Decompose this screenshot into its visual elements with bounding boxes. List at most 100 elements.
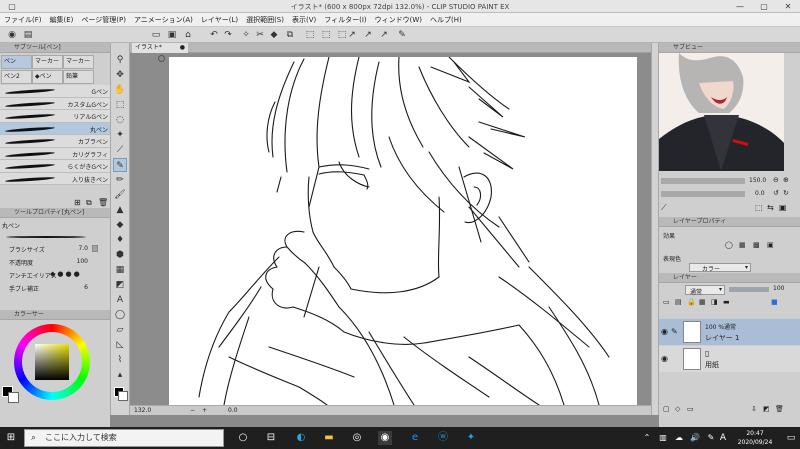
subtool-tab-marker2[interactable]: マーカー: [63, 55, 94, 69]
brush-iri-nuki-pen[interactable]: 入り抜きペン: [0, 172, 110, 185]
delete-subtool-icon[interactable]: 🗑: [98, 198, 108, 207]
brush-rakugaki-g-pen[interactable]: らくがきGペン: [0, 160, 110, 173]
zoom-in-icon[interactable]: +: [202, 406, 207, 416]
save-icon[interactable]: ▣: [166, 29, 178, 41]
menu-help[interactable]: ヘルプ(H): [430, 15, 462, 25]
ime-indicator[interactable]: A: [716, 431, 730, 445]
open-icon[interactable]: ▭: [150, 29, 162, 41]
rotate-right-icon[interactable]: ↻: [783, 189, 789, 197]
eyedropper-icon[interactable]: ⟋: [113, 143, 127, 157]
deselect-icon[interactable]: ⬚: [320, 29, 332, 41]
lock-icon[interactable]: 🔒: [687, 298, 696, 306]
hand-tool-icon[interactable]: ✋: [113, 83, 127, 97]
express-color-select[interactable]: カラー ▾: [689, 263, 751, 273]
export-icon[interactable]: ⌂: [182, 29, 194, 41]
sub-color-chip[interactable]: [118, 391, 128, 401]
undo-icon[interactable]: ↶: [208, 29, 220, 41]
navigator-zoom-in-icon[interactable]: ⊕: [783, 176, 789, 184]
clip-icon[interactable]: ◉: [6, 29, 18, 41]
navigator-zoom-out-icon[interactable]: ⊖: [773, 176, 779, 184]
subtool-tab-pen2[interactable]: ペン2: [1, 70, 32, 84]
subtool-tab-marker[interactable]: マーカー: [32, 55, 63, 69]
figure-tool-icon[interactable]: ◩: [113, 278, 127, 292]
merge-down-icon[interactable]: ⇩: [751, 405, 757, 413]
add-subtool-icon[interactable]: ⊞: [74, 198, 81, 207]
navigator-eyedropper-icon[interactable]: ⟋: [661, 203, 667, 213]
brush-size-row[interactable]: ブラシサイズ 7.0: [0, 242, 110, 255]
menu-animation[interactable]: アニメーション(A): [134, 15, 193, 25]
eye-icon[interactable]: ◉: [661, 327, 668, 336]
brush-g-pen[interactable]: Gペン: [0, 85, 110, 98]
brush-real-g-pen[interactable]: リアルGペン: [0, 110, 110, 123]
blend-mode-select[interactable]: 通常 ▾: [685, 285, 725, 296]
minimize-icon[interactable]: —: [728, 0, 752, 13]
new-folder-icon[interactable]: ▭: [687, 405, 694, 413]
delete-layer-icon[interactable]: 🗑: [775, 405, 784, 413]
snap-ruler-icon[interactable]: ↗: [346, 29, 358, 41]
cortana-icon[interactable]: ○: [236, 431, 250, 445]
airbrush-icon[interactable]: ▲: [113, 203, 127, 217]
saturation-value-square[interactable]: [35, 344, 69, 380]
pen-tool-icon[interactable]: ✎: [113, 158, 127, 172]
rotate-left-icon[interactable]: ↺: [773, 189, 779, 197]
eraser-icon[interactable]: ◆: [113, 218, 127, 232]
move-tool-icon[interactable]: ✥: [113, 68, 127, 82]
edge-icon[interactable]: ◐: [294, 431, 308, 445]
clip-studio-icon[interactable]: ◎: [350, 431, 364, 445]
navigator-fit-icon[interactable]: ⬚: [755, 203, 763, 212]
menu-window[interactable]: ウィンドウ(W): [375, 15, 422, 25]
drawing-canvas[interactable]: [169, 57, 637, 405]
cut-icon[interactable]: ✂: [254, 29, 266, 41]
lasso-tool-icon[interactable]: ◌: [113, 113, 127, 127]
angle-value[interactable]: 0.0: [228, 406, 238, 416]
balloon-tool-icon[interactable]: ◯: [113, 308, 127, 322]
transform-icon[interactable]: ⬚: [304, 29, 316, 41]
layer-color-chip-icon[interactable]: ■: [771, 298, 778, 306]
copy-icon[interactable]: ⧉: [284, 29, 296, 41]
layer-name[interactable]: 用紙: [705, 360, 719, 370]
tray-app-icon[interactable]: ▥: [656, 431, 670, 445]
cloud-icon[interactable]: ☁: [672, 431, 686, 445]
explorer-icon[interactable]: ▬: [322, 431, 336, 445]
menu-filter[interactable]: フィルター(I): [324, 15, 366, 25]
mask-enable-icon[interactable]: ◨: [711, 298, 718, 306]
menu-layer[interactable]: レイヤー(L): [201, 15, 238, 25]
ruler-tool-icon[interactable]: ◺: [113, 338, 127, 352]
layer-opacity-slider[interactable]: [729, 287, 769, 292]
new-vector-icon[interactable]: ◇: [675, 405, 680, 413]
layer-row-paper[interactable]: ◉ ▯ 用紙: [659, 346, 800, 372]
select-tool-icon[interactable]: ⬚: [113, 98, 127, 112]
opacity-row[interactable]: 不透明度 100: [0, 255, 110, 268]
navigator-zoom-slider[interactable]: [661, 178, 745, 184]
ie-icon[interactable]: e: [408, 431, 422, 445]
layer-color-icon[interactable]: ▩: [753, 241, 760, 249]
navigator-zoom-value[interactable]: 150.0: [749, 177, 766, 184]
subtool-tab-pen[interactable]: ペン: [1, 55, 32, 69]
brush-calligraphy[interactable]: カリグラフィ: [0, 147, 110, 160]
layer-name[interactable]: レイヤー 1: [705, 333, 739, 343]
magic-wand-icon[interactable]: ✦: [113, 128, 127, 142]
border-effect-icon[interactable]: ◯: [725, 241, 733, 249]
tab-close-icon[interactable]: ●: [180, 43, 185, 53]
menu-file[interactable]: ファイル(F): [4, 15, 42, 25]
rotation-pivot-icon[interactable]: [158, 55, 165, 62]
navigator-reset-icon[interactable]: ▣: [779, 203, 787, 212]
task-view-icon[interactable]: ⊟: [264, 431, 278, 445]
clip-layer-icon[interactable]: ▭: [663, 298, 670, 306]
clip-paint-icon[interactable]: ◉: [378, 431, 392, 445]
text-tool-icon[interactable]: A: [113, 293, 127, 307]
snap-grid-icon[interactable]: ↗: [378, 29, 390, 41]
zoom-out-icon[interactable]: −: [190, 406, 195, 416]
eye-icon[interactable]: ◉: [661, 354, 668, 363]
new-file-icon[interactable]: ▤: [22, 29, 34, 41]
brush-kabura-pen[interactable]: カブラペン: [0, 135, 110, 148]
navigator-flip-icon[interactable]: ⇆: [767, 203, 774, 212]
maximize-icon[interactable]: ▢: [752, 0, 776, 13]
fill-tool-icon[interactable]: ⬢: [113, 248, 127, 262]
subtool-tab-pencil[interactable]: 鉛筆: [63, 70, 94, 84]
speaker-icon[interactable]: 🔊: [688, 431, 702, 445]
antialias-row[interactable]: アンチエイリアス ◆●●●: [0, 268, 110, 281]
color-picker-icon[interactable]: ▴: [113, 368, 127, 382]
navigator-angle-slider[interactable]: [661, 191, 745, 197]
wacom-icon[interactable]: ⓦ: [436, 431, 450, 445]
